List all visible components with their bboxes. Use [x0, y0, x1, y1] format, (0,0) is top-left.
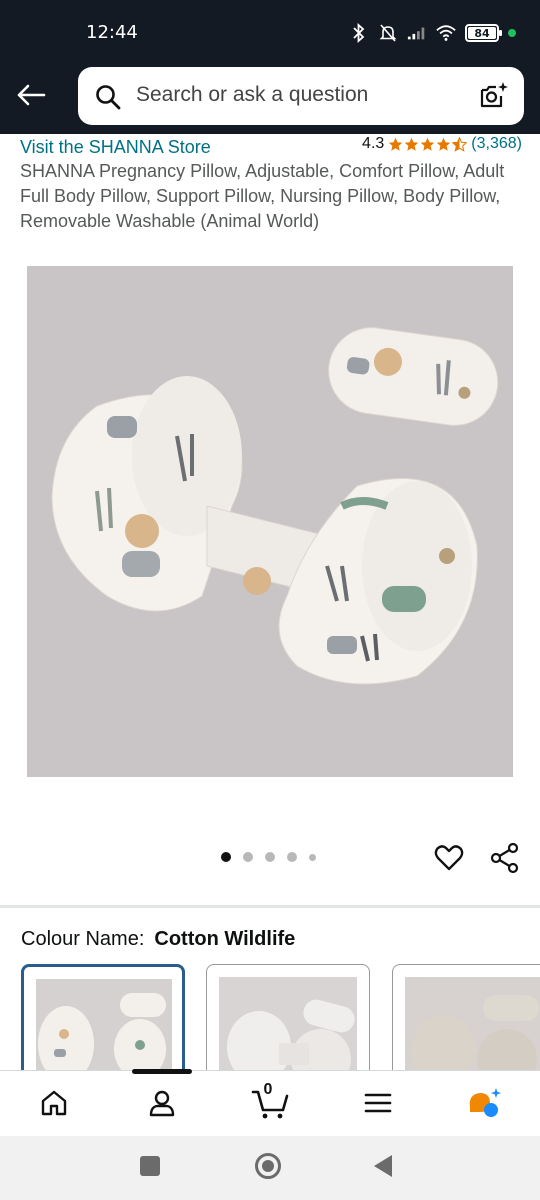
star-full-icon — [421, 137, 435, 151]
bluetooth-icon — [349, 23, 369, 43]
cart-icon[interactable]: 0 — [250, 1081, 290, 1121]
cart-count: 0 — [263, 1081, 273, 1098]
colour-value: Cotton Wildlife — [154, 928, 296, 950]
carousel-dot[interactable] — [265, 852, 275, 862]
battery-icon: 84 — [465, 24, 502, 42]
system-back-button[interactable] — [374, 1155, 392, 1177]
colour-label: Colour Name: — [21, 928, 145, 950]
privacy-indicator-dot — [508, 29, 516, 37]
section-divider — [0, 905, 540, 908]
rufus-assistant-icon[interactable] — [466, 1085, 502, 1121]
colour-name-row: Colour Name: Cotton Wildlife — [21, 928, 295, 951]
back-arrow-icon[interactable] — [14, 78, 48, 112]
menu-icon[interactable] — [360, 1085, 396, 1121]
bottom-navigation: 0 — [0, 1069, 540, 1136]
heart-icon[interactable] — [433, 842, 465, 874]
search-input[interactable]: Search or ask a question — [136, 83, 368, 107]
star-full-icon — [437, 137, 451, 151]
swatch-thumbnail — [36, 979, 172, 1081]
rating-summary[interactable]: 4.3 (3,368) — [362, 135, 522, 153]
rating-stars — [388, 136, 468, 152]
wifi-icon — [436, 23, 456, 43]
muted-bell-icon — [378, 23, 398, 43]
system-home-button[interactable] — [255, 1153, 281, 1179]
rating-count[interactable]: (3,368) — [471, 135, 522, 153]
camera-icon[interactable] — [478, 80, 510, 112]
carousel-dot[interactable] — [309, 853, 316, 861]
product-title: SHANNA Pregnancy Pillow, Adjustable, Com… — [20, 161, 505, 231]
search-bar[interactable]: Search or ask a question — [78, 67, 524, 125]
system-navigation-bar — [0, 1136, 540, 1200]
account-icon[interactable] — [144, 1085, 180, 1121]
image-carousel-dots — [221, 852, 316, 862]
colour-swatch-cotton-wildlife[interactable] — [21, 964, 185, 1084]
colour-swatch-3[interactable] — [392, 964, 540, 1084]
product-image[interactable] — [27, 266, 513, 777]
home-icon[interactable] — [36, 1085, 72, 1121]
active-tab-indicator — [132, 1069, 192, 1074]
search-icon — [94, 83, 122, 111]
recents-button[interactable] — [140, 1156, 160, 1176]
status-time: 12:44 — [86, 22, 138, 43]
rating-value: 4.3 — [362, 135, 385, 152]
carousel-dot[interactable] — [221, 852, 231, 862]
star-half-icon — [452, 136, 468, 152]
carousel-dot[interactable] — [243, 852, 253, 862]
visit-store-link[interactable]: Visit the SHANNA Store — [20, 137, 211, 158]
swatch-thumbnail — [219, 977, 357, 1083]
signal-icon — [407, 23, 427, 43]
swatch-thumbnail — [405, 977, 540, 1083]
star-full-icon — [389, 137, 403, 151]
share-icon[interactable] — [489, 842, 521, 874]
battery-level: 84 — [474, 26, 490, 40]
carousel-dot[interactable] — [287, 852, 297, 862]
star-full-icon — [405, 137, 419, 151]
top-bar: 12:44 84 Search or ask a question — [0, 0, 540, 134]
colour-swatch-2[interactable] — [206, 964, 370, 1084]
status-icons: 84 — [349, 18, 516, 48]
